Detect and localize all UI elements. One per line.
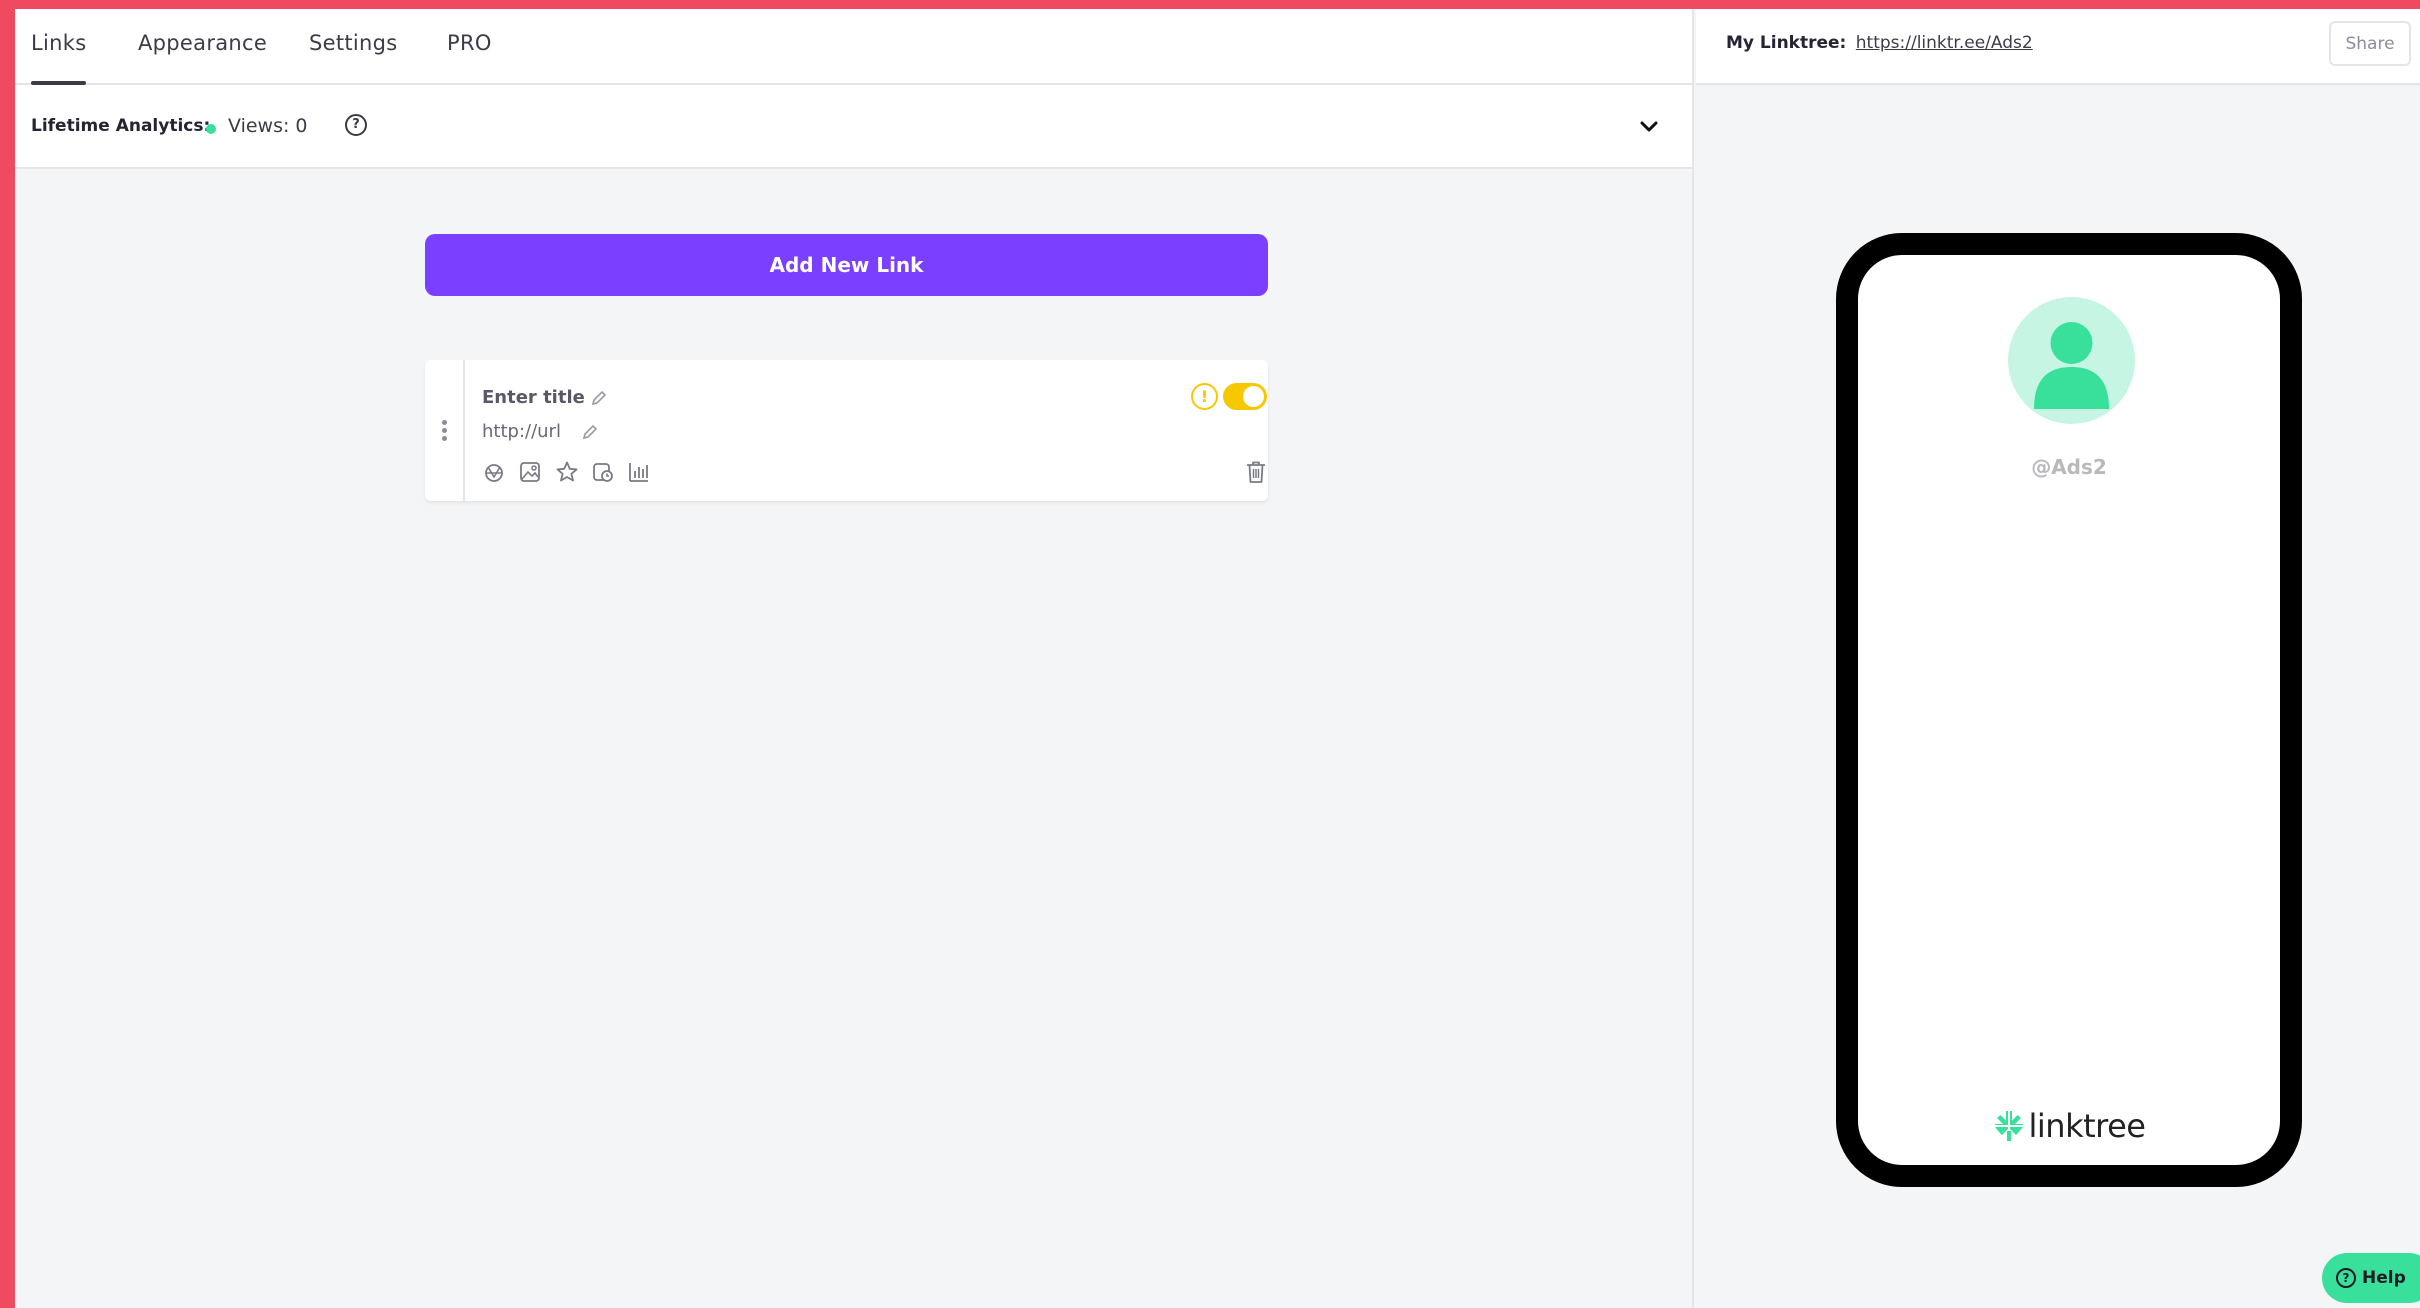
link-title-field[interactable]: Enter title <box>482 387 585 408</box>
trash-icon[interactable] <box>1245 460 1267 484</box>
tab-appearance[interactable]: Appearance <box>138 31 267 85</box>
my-linktree-label: My Linktree: <box>1726 33 1847 53</box>
thumbnail-icon[interactable] <box>518 460 542 484</box>
help-button[interactable]: ? Help <box>2322 1253 2420 1303</box>
share-button[interactable]: Share <box>2329 21 2411 66</box>
user-icon <box>2034 322 2109 409</box>
warning-icon[interactable]: ! <box>1191 383 1218 410</box>
views-count: Views: 0 <box>228 115 308 137</box>
tab-bar: Links Appearance Settings PRO <box>15 9 1692 85</box>
question-circle-icon[interactable]: ? <box>345 114 367 136</box>
pencil-icon[interactable] <box>582 424 598 440</box>
avatar <box>2008 297 2135 424</box>
editor-panel: Links Appearance Settings PRO Lifetime A… <box>15 9 1694 1308</box>
preview-header: My Linktree: https://linktr.ee/Ads2 Shar… <box>1696 9 2420 85</box>
schedule-icon[interactable] <box>591 460 615 484</box>
drag-handle[interactable] <box>425 360 465 501</box>
help-label: Help <box>2362 1268 2406 1288</box>
analytics-label: Lifetime Analytics: <box>31 116 211 136</box>
linktree-brand: linktree <box>1858 1107 2280 1145</box>
linktree-logo-icon <box>1994 1111 2023 1141</box>
tab-links[interactable]: Links <box>31 31 86 85</box>
star-icon[interactable] <box>555 460 579 484</box>
chevron-down-icon[interactable] <box>1639 117 1659 137</box>
pencil-icon[interactable] <box>591 390 607 406</box>
my-linktree: My Linktree: https://linktr.ee/Ads2 <box>1726 33 2033 53</box>
preview-panel: My Linktree: https://linktr.ee/Ads2 Shar… <box>1696 9 2420 1308</box>
brand-name: linktree <box>2028 1107 2146 1145</box>
analytics-bar[interactable]: Lifetime Analytics: Views: 0 ? <box>15 85 1692 169</box>
tab-pro[interactable]: PRO <box>447 31 492 85</box>
profile-handle: @Ads2 <box>2031 455 2107 479</box>
layout-icon[interactable] <box>482 460 506 484</box>
kebab-icon <box>442 420 447 442</box>
my-linktree-url-link[interactable]: https://linktr.ee/Ads2 <box>1856 33 2033 53</box>
add-new-link-button[interactable]: Add New Link <box>425 234 1268 296</box>
app-frame: Links Appearance Settings PRO Lifetime A… <box>15 9 2420 1308</box>
question-circle-icon: ? <box>2336 1268 2356 1288</box>
link-card: Enter title http://url ! <box>425 360 1268 501</box>
status-dot <box>206 124 216 134</box>
link-url-field[interactable]: http://url <box>482 421 561 442</box>
analytics-icon[interactable] <box>627 460 651 484</box>
link-enabled-toggle[interactable] <box>1223 383 1267 410</box>
tab-settings[interactable]: Settings <box>309 31 398 85</box>
phone-preview: @Ads2 linktree <box>1836 233 2302 1187</box>
